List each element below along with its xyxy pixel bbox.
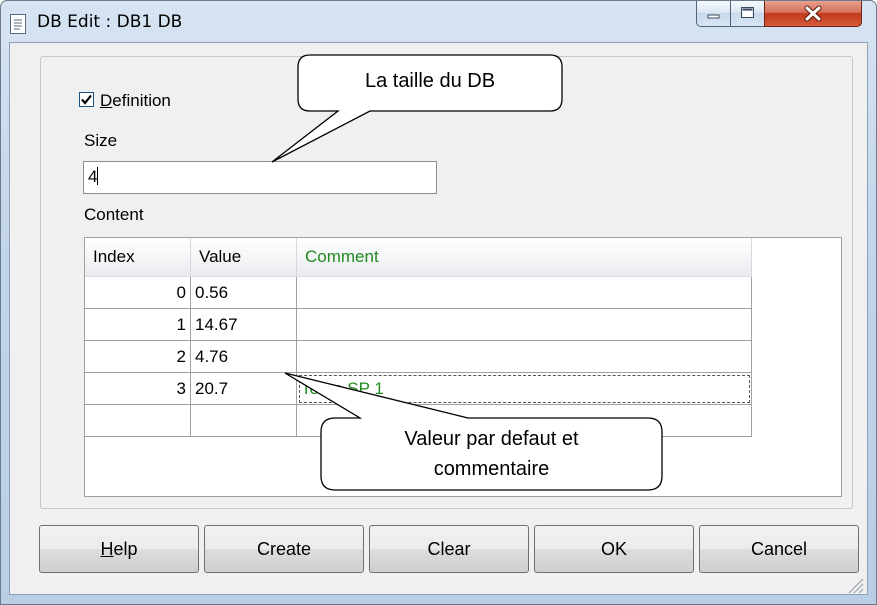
size-callout-text: La taille du DB [364, 70, 496, 92]
content-callout-text-line1: Valeur par defaut et [404, 428, 579, 450]
content-callout-text-line2: commentaire [433, 458, 550, 480]
